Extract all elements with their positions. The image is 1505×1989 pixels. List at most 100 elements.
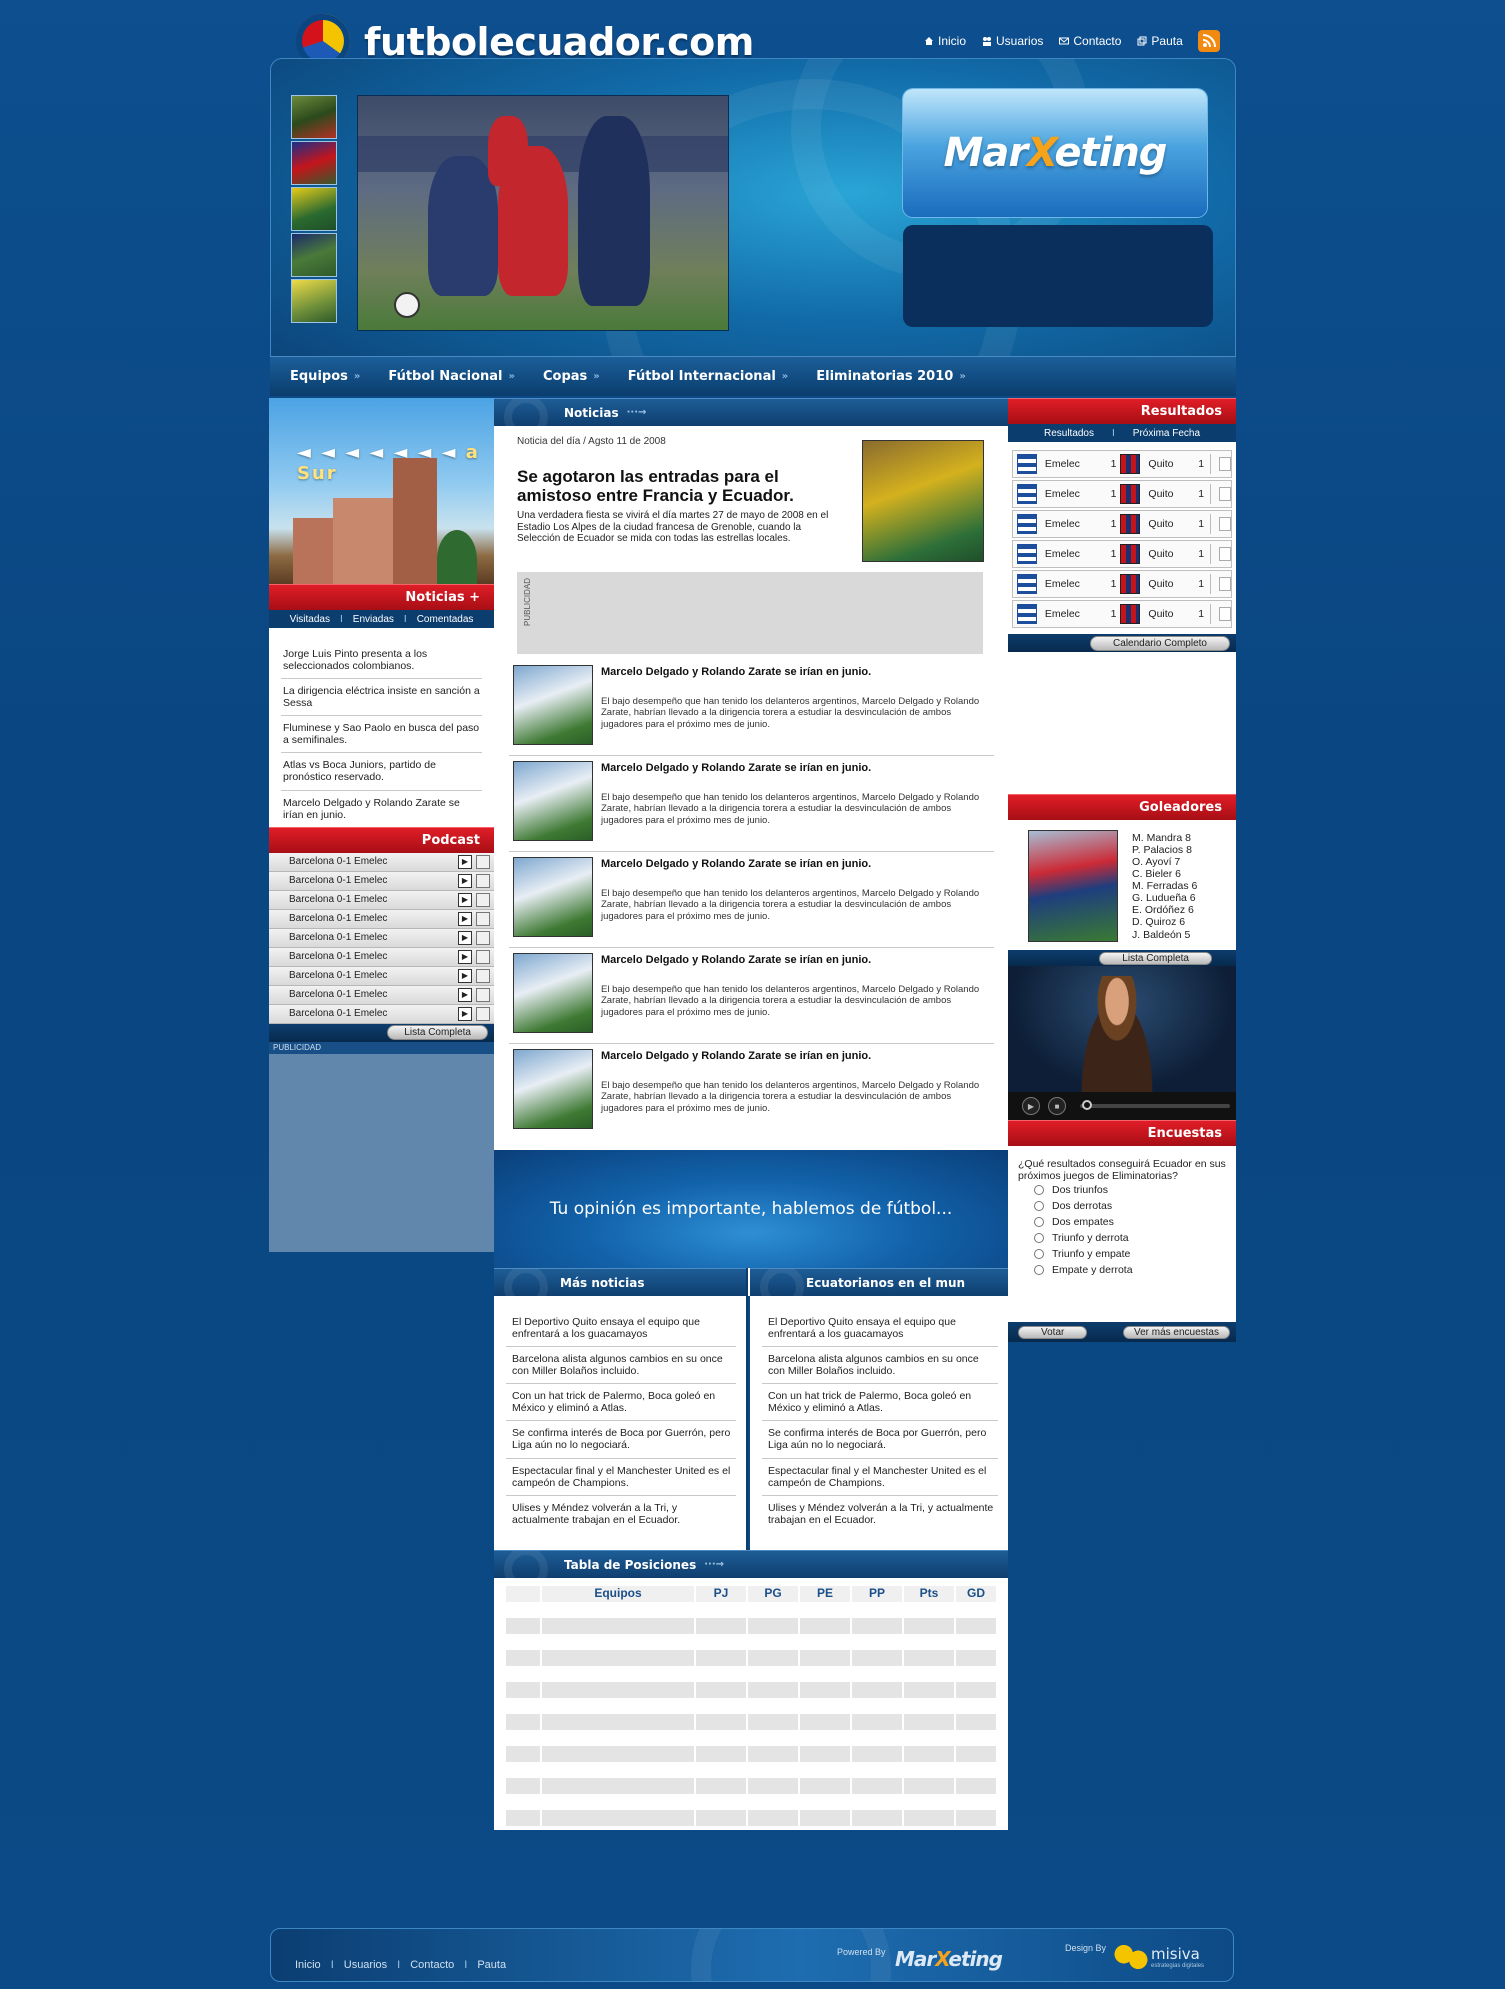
podcast-row[interactable]: Barcelona 0-1 Emelec ▶ xyxy=(269,947,494,967)
news-thumbnail[interactable] xyxy=(513,953,593,1033)
play-icon[interactable]: ▶ xyxy=(458,892,472,907)
hero-thumbnail[interactable] xyxy=(291,187,337,231)
news-headline[interactable]: Se agotaron las entradas para el amistos… xyxy=(517,467,847,505)
column-header[interactable]: PP xyxy=(852,1586,904,1602)
radio-button[interactable] xyxy=(1034,1201,1044,1212)
footer-link-pauta[interactable]: Pauta xyxy=(477,1959,506,1971)
news-thumbnail[interactable] xyxy=(513,1049,593,1129)
scorer-item[interactable]: P. Palacios 8 xyxy=(1132,844,1197,856)
calendario-completo-button[interactable]: Calendario Completo xyxy=(1090,635,1230,651)
nav-futbol-nacional[interactable]: Fútbol Nacional » xyxy=(388,369,515,384)
ad-slot[interactable]: PUBLICIDAD xyxy=(517,572,983,654)
tab-comentadas[interactable]: Comentadas xyxy=(417,614,474,625)
progress-knob[interactable] xyxy=(1082,1100,1092,1110)
document-icon[interactable] xyxy=(1219,487,1231,501)
list-item[interactable]: Ulises y Méndez volverán a la Tri, y act… xyxy=(506,1496,736,1532)
misiva-logo[interactable]: misiva xyxy=(1151,1945,1200,1963)
topnav-inicio[interactable]: Inicio xyxy=(924,34,966,48)
poll-option[interactable]: Dos empates xyxy=(1034,1214,1226,1230)
news-item-title[interactable]: Marcelo Delgado y Rolando Zarate se iría… xyxy=(601,1050,871,1062)
document-icon[interactable] xyxy=(1219,607,1231,621)
nav-futbol-internacional[interactable]: Fútbol Internacional » xyxy=(628,369,789,384)
scorer-item[interactable]: G. Ludueña 6 xyxy=(1132,892,1197,904)
document-icon[interactable] xyxy=(1219,577,1231,591)
podcast-row[interactable]: Barcelona 0-1 Emelec ▶ xyxy=(269,890,494,910)
document-icon[interactable] xyxy=(1219,547,1231,561)
list-item[interactable]: Atlas vs Boca Juniors, partido de pronós… xyxy=(281,753,482,791)
news-thumbnail[interactable] xyxy=(513,761,593,841)
download-icon[interactable] xyxy=(476,987,490,1002)
news-item[interactable]: Marcelo Delgado y Rolando Zarate se iría… xyxy=(509,660,994,756)
nav-equipos[interactable]: Equipos » xyxy=(290,369,360,384)
promo-banner[interactable]: ◄ ◄ ◄ ◄ ◄ ◄ ◄ a Sur xyxy=(269,398,494,584)
video-progress[interactable] xyxy=(1080,1100,1230,1110)
podcast-row[interactable]: Barcelona 0-1 Emelec ▶ xyxy=(269,1004,494,1024)
column-header[interactable]: Pts xyxy=(904,1586,956,1602)
opinion-banner[interactable]: Tu opinión es importante, hablemos de fú… xyxy=(494,1150,1008,1268)
list-item[interactable]: Con un hat trick de Palermo, Boca goleó … xyxy=(762,1384,998,1422)
list-item[interactable]: Ulises y Méndez volverán a la Tri, y act… xyxy=(762,1496,998,1532)
play-icon[interactable]: ▶ xyxy=(458,968,472,983)
match-row[interactable]: Emelec 1 Quito 1 xyxy=(1012,450,1232,478)
tab-visitadas[interactable]: Visitadas xyxy=(290,614,330,625)
scorer-item[interactable]: J. Baldeón 5 xyxy=(1132,929,1197,941)
news-item-title[interactable]: Marcelo Delgado y Rolando Zarate se iría… xyxy=(601,666,871,678)
list-item[interactable]: Marcelo Delgado y Rolando Zarate se iría… xyxy=(281,791,482,827)
column-header[interactable]: Equipos xyxy=(542,1586,696,1602)
match-row[interactable]: Emelec 1 Quito 1 xyxy=(1012,480,1232,508)
document-icon[interactable] xyxy=(1219,517,1231,531)
download-icon[interactable] xyxy=(476,949,490,964)
video-player[interactable] xyxy=(1008,966,1236,1092)
votar-button[interactable]: Votar xyxy=(1018,1325,1088,1339)
play-icon[interactable]: ▶ xyxy=(1022,1097,1040,1115)
download-icon[interactable] xyxy=(476,968,490,983)
topnav-contacto[interactable]: Contacto xyxy=(1059,34,1121,48)
hero-photo[interactable] xyxy=(357,95,729,331)
stop-icon[interactable]: ■ xyxy=(1048,1097,1066,1115)
nav-eliminatorias[interactable]: Eliminatorias 2010 » xyxy=(816,369,966,384)
news-item[interactable]: Marcelo Delgado y Rolando Zarate se iría… xyxy=(509,948,994,1044)
play-icon[interactable]: ▶ xyxy=(458,987,472,1002)
footer-link-usuarios[interactable]: Usuarios xyxy=(344,1959,387,1971)
scorer-item[interactable]: M. Mandra 8 xyxy=(1132,832,1197,844)
podcast-row[interactable]: Barcelona 0-1 Emelec ▶ xyxy=(269,966,494,986)
list-item[interactable]: Espectacular final y el Manchester Unite… xyxy=(506,1459,736,1496)
radio-button[interactable] xyxy=(1034,1265,1044,1276)
radio-button[interactable] xyxy=(1034,1233,1044,1244)
list-item[interactable]: Barcelona alista algunos cambios en su o… xyxy=(506,1347,736,1385)
list-item[interactable]: El Deportivo Quito ensaya el equipo que … xyxy=(506,1310,736,1348)
column-header[interactable]: PE xyxy=(800,1586,852,1602)
news-photo[interactable] xyxy=(862,440,984,562)
news-item-title[interactable]: Marcelo Delgado y Rolando Zarate se iría… xyxy=(601,762,871,774)
rss-icon[interactable] xyxy=(1198,30,1220,52)
play-icon[interactable]: ▶ xyxy=(458,930,472,945)
play-icon[interactable]: ▶ xyxy=(458,1006,472,1021)
scorer-item[interactable]: M. Ferradas 6 xyxy=(1132,880,1197,892)
match-row[interactable]: Emelec 1 Quito 1 xyxy=(1012,510,1232,538)
podcast-row[interactable]: Barcelona 0-1 Emelec ▶ xyxy=(269,909,494,929)
lista-completa-button[interactable]: Lista Completa xyxy=(1099,951,1212,965)
news-thumbnail[interactable] xyxy=(513,857,593,937)
tab-enviadas[interactable]: Enviadas xyxy=(353,614,394,625)
podcast-row[interactable]: Barcelona 0-1 Emelec ▶ xyxy=(269,985,494,1005)
download-icon[interactable] xyxy=(476,854,490,869)
download-icon[interactable] xyxy=(476,911,490,926)
podcast-row[interactable]: Barcelona 0-1 Emelec ▶ xyxy=(269,871,494,891)
news-thumbnail[interactable] xyxy=(513,665,593,745)
radio-button[interactable] xyxy=(1034,1185,1044,1196)
match-row[interactable]: Emelec 1 Quito 1 xyxy=(1012,570,1232,598)
podcast-row[interactable]: Barcelona 0-1 Emelec ▶ xyxy=(269,852,494,872)
radio-button[interactable] xyxy=(1034,1217,1044,1228)
list-item[interactable]: La dirigencia eléctrica insiste en sanci… xyxy=(281,679,482,717)
list-item[interactable]: Se confirma interés de Boca por Guerrón,… xyxy=(506,1421,736,1459)
news-item[interactable]: Marcelo Delgado y Rolando Zarate se iría… xyxy=(509,852,994,948)
topnav-pauta[interactable]: Pauta xyxy=(1137,34,1183,48)
play-icon[interactable]: ▶ xyxy=(458,873,472,888)
sponsor-logo[interactable]: MarXeting xyxy=(895,1947,1003,1971)
column-header[interactable]: PJ xyxy=(696,1586,748,1602)
match-row[interactable]: Emelec 1 Quito 1 xyxy=(1012,540,1232,568)
lista-completa-button[interactable]: Lista Completa xyxy=(387,1025,488,1041)
list-item[interactable]: Jorge Luis Pinto presenta a los seleccio… xyxy=(281,642,482,680)
hero-thumbnail[interactable] xyxy=(291,279,337,323)
download-icon[interactable] xyxy=(476,892,490,907)
